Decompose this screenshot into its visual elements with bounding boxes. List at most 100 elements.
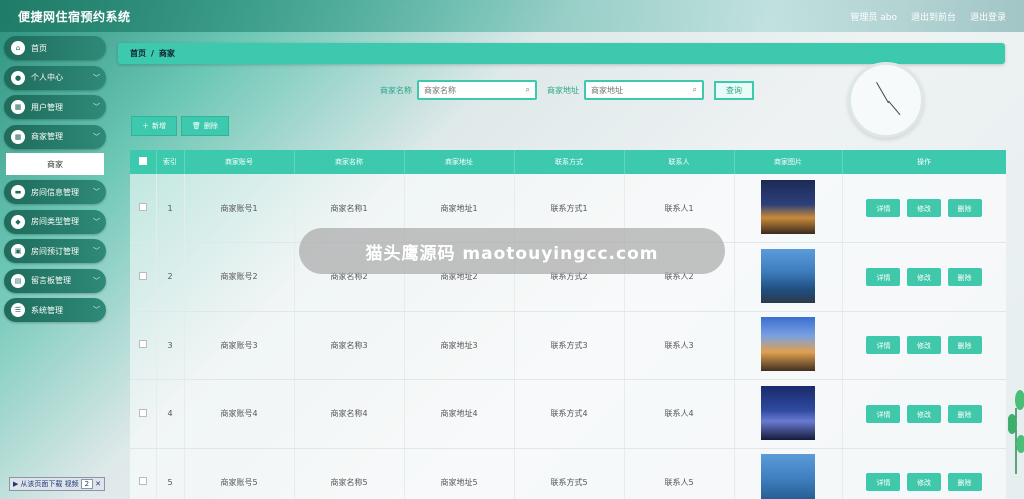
sidebar-item-system[interactable]: ☰ 系统管理 ﹀: [4, 298, 106, 322]
select-all-checkbox[interactable]: [138, 157, 147, 165]
home-icon: ⌂: [11, 41, 25, 55]
merchant-address-input[interactable]: [591, 85, 693, 95]
merchant-name-label: 商家名称: [380, 85, 412, 95]
top-bar: 便捷网住宿预约系统 管理员 abo 退出到前台 退出登录: [0, 0, 1024, 32]
back-to-front-link[interactable]: 退出到前台: [911, 10, 956, 23]
cell-account: 商家账号3: [184, 311, 295, 380]
chevron-down-icon: ﹀: [93, 276, 100, 285]
briefcase-icon: ▣: [11, 244, 25, 258]
detail-button[interactable]: 详情: [866, 404, 901, 423]
cell-address: 商家地址3: [404, 311, 515, 380]
delete-button-label: 删除: [203, 122, 218, 130]
sidebar-item-label: 个人中心: [31, 73, 63, 82]
delete-button[interactable]: 删除: [947, 404, 982, 423]
sidebar-item-home[interactable]: ⌂ 首页: [4, 36, 106, 60]
search-icon: ⌕: [525, 85, 530, 94]
cell-index: 2: [156, 242, 185, 312]
breadcrumb-home[interactable]: 首页: [130, 48, 146, 59]
sidebar-subitem-merchant[interactable]: 商家: [6, 153, 104, 175]
sidebar-item-merchants[interactable]: ▦ 商家管理 ﹀: [4, 124, 106, 149]
plus-icon: ＋: [142, 122, 149, 130]
cell-index: 5: [156, 448, 185, 499]
search-bar: 商家名称 ⌕ 商家地址 ⌕ 查询: [380, 80, 754, 100]
merchant-address-field-wrapper: ⌕: [584, 80, 704, 100]
app-title: 便捷网住宿预约系统: [18, 9, 131, 24]
bulk-delete-button[interactable]: 🗑 删除: [181, 116, 229, 136]
merchant-address-label: 商家地址: [547, 85, 579, 95]
chevron-down-icon: ﹀: [93, 306, 100, 314]
cell-account: 商家账号1: [184, 174, 295, 243]
row-checkbox[interactable]: [138, 477, 147, 486]
bed-icon: ▬: [11, 185, 25, 199]
column-header: 联系方式: [514, 150, 625, 174]
column-header: 商家名称: [294, 150, 405, 174]
table-row: 5 商家账号5 商家名称5 商家地址5 联系方式5 联系人5 详情 修改 删除: [130, 448, 1006, 499]
query-button[interactable]: 查询: [714, 80, 754, 100]
cell-person: 联系人4: [624, 379, 735, 449]
sidebar-item-label: 房间信息管理: [31, 187, 79, 197]
detail-button[interactable]: 详情: [866, 267, 901, 286]
add-button[interactable]: ＋ 新增: [131, 116, 177, 136]
cell-name: 商家名称3: [294, 311, 405, 380]
sidebar: ⌂ 首页 ● 个人中心 ﹀ ▦ 用户管理 ﹀ ▦ 商家管理 ﹀ 商家 ▬ 房间信…: [4, 36, 106, 328]
delete-button[interactable]: 删除: [947, 336, 982, 355]
row-checkbox[interactable]: [138, 271, 147, 280]
cell-contact: 联系方式5: [514, 448, 625, 499]
sidebar-item-bookings[interactable]: ▣ 房间预订管理 ﹀: [4, 239, 106, 263]
edit-button[interactable]: 修改: [907, 267, 941, 286]
detail-button[interactable]: 详情: [866, 199, 901, 217]
breadcrumb: 首页 / 商家: [118, 43, 1005, 64]
edit-button[interactable]: 修改: [907, 336, 941, 355]
user-label[interactable]: 管理员 abo: [850, 10, 897, 23]
merchant-name-input[interactable]: [424, 85, 526, 95]
edit-button[interactable]: 修改: [907, 199, 941, 217]
delete-button[interactable]: 删除: [947, 473, 982, 492]
edit-button[interactable]: 修改: [907, 404, 941, 423]
tag-icon: ◆: [11, 214, 25, 229]
sidebar-item-users[interactable]: ▦ 用户管理 ﹀: [4, 95, 106, 119]
logout-link[interactable]: 退出登录: [970, 10, 1006, 23]
sidebar-item-label: 用户管理: [31, 102, 63, 112]
sidebar-item-rooms[interactable]: ▬ 房间信息管理 ﹀: [4, 180, 106, 204]
column-header: 商家图片: [734, 150, 843, 174]
delete-button[interactable]: 删除: [947, 199, 982, 217]
merchant-image: [761, 385, 815, 440]
sidebar-item-messages[interactable]: ▤ 留言板管理 ﹀: [4, 268, 106, 293]
table-row: 4 商家账号4 商家名称4 商家地址4 联系方式4 联系人4 详情 修改 删除: [130, 379, 1006, 449]
cell-account: 商家账号4: [184, 379, 295, 449]
chevron-down-icon: ﹀: [93, 217, 100, 226]
column-header: 操作: [842, 150, 1006, 174]
sidebar-item-label: 房间预订管理: [31, 246, 79, 256]
sidebar-item-room-types[interactable]: ◆ 房间类型管理 ﹀: [4, 209, 106, 234]
settings-icon: ☰: [11, 303, 25, 317]
merchant-name-field-wrapper: ⌕: [417, 80, 537, 100]
top-right-menu: 管理员 abo 退出到前台 退出登录: [850, 10, 1006, 23]
close-icon[interactable]: ✕: [95, 480, 101, 488]
cell-index: 4: [156, 379, 185, 449]
cell-account: 商家账号5: [184, 448, 295, 499]
user-icon: ●: [11, 70, 25, 85]
grid-icon: ▦: [11, 129, 25, 144]
row-checkbox[interactable]: [138, 408, 147, 417]
detail-button[interactable]: 详情: [866, 473, 901, 492]
detail-button[interactable]: 详情: [866, 336, 901, 355]
video-download-bar[interactable]: ▶ 从该页面下载 视频 2 ✕: [9, 477, 105, 491]
sidebar-item-profile[interactable]: ● 个人中心 ﹀: [4, 65, 106, 90]
clock-minute-hand: [888, 100, 901, 116]
sidebar-item-label: 系统管理: [31, 305, 63, 315]
edit-button[interactable]: 修改: [907, 473, 941, 492]
row-checkbox[interactable]: [138, 340, 147, 349]
table-row: 3 商家账号3 商家名称3 商家地址3 联系方式3 联系人3 详情 修改 删除: [130, 311, 1006, 380]
clock-decoration: [848, 62, 924, 138]
row-checkbox[interactable]: [138, 203, 147, 211]
delete-button[interactable]: 删除: [947, 267, 982, 286]
column-header: 商家账号: [184, 150, 295, 174]
chevron-down-icon: ﹀: [93, 73, 100, 82]
merchant-image: [761, 317, 815, 372]
cell-index: 3: [156, 311, 185, 380]
column-header: 索引: [156, 150, 185, 174]
select-all-cell: [130, 150, 157, 174]
chevron-down-icon: ﹀: [93, 132, 100, 141]
search-icon: ⌕: [692, 85, 697, 94]
download-bar-label: 从该页面下载 视频: [20, 480, 79, 488]
